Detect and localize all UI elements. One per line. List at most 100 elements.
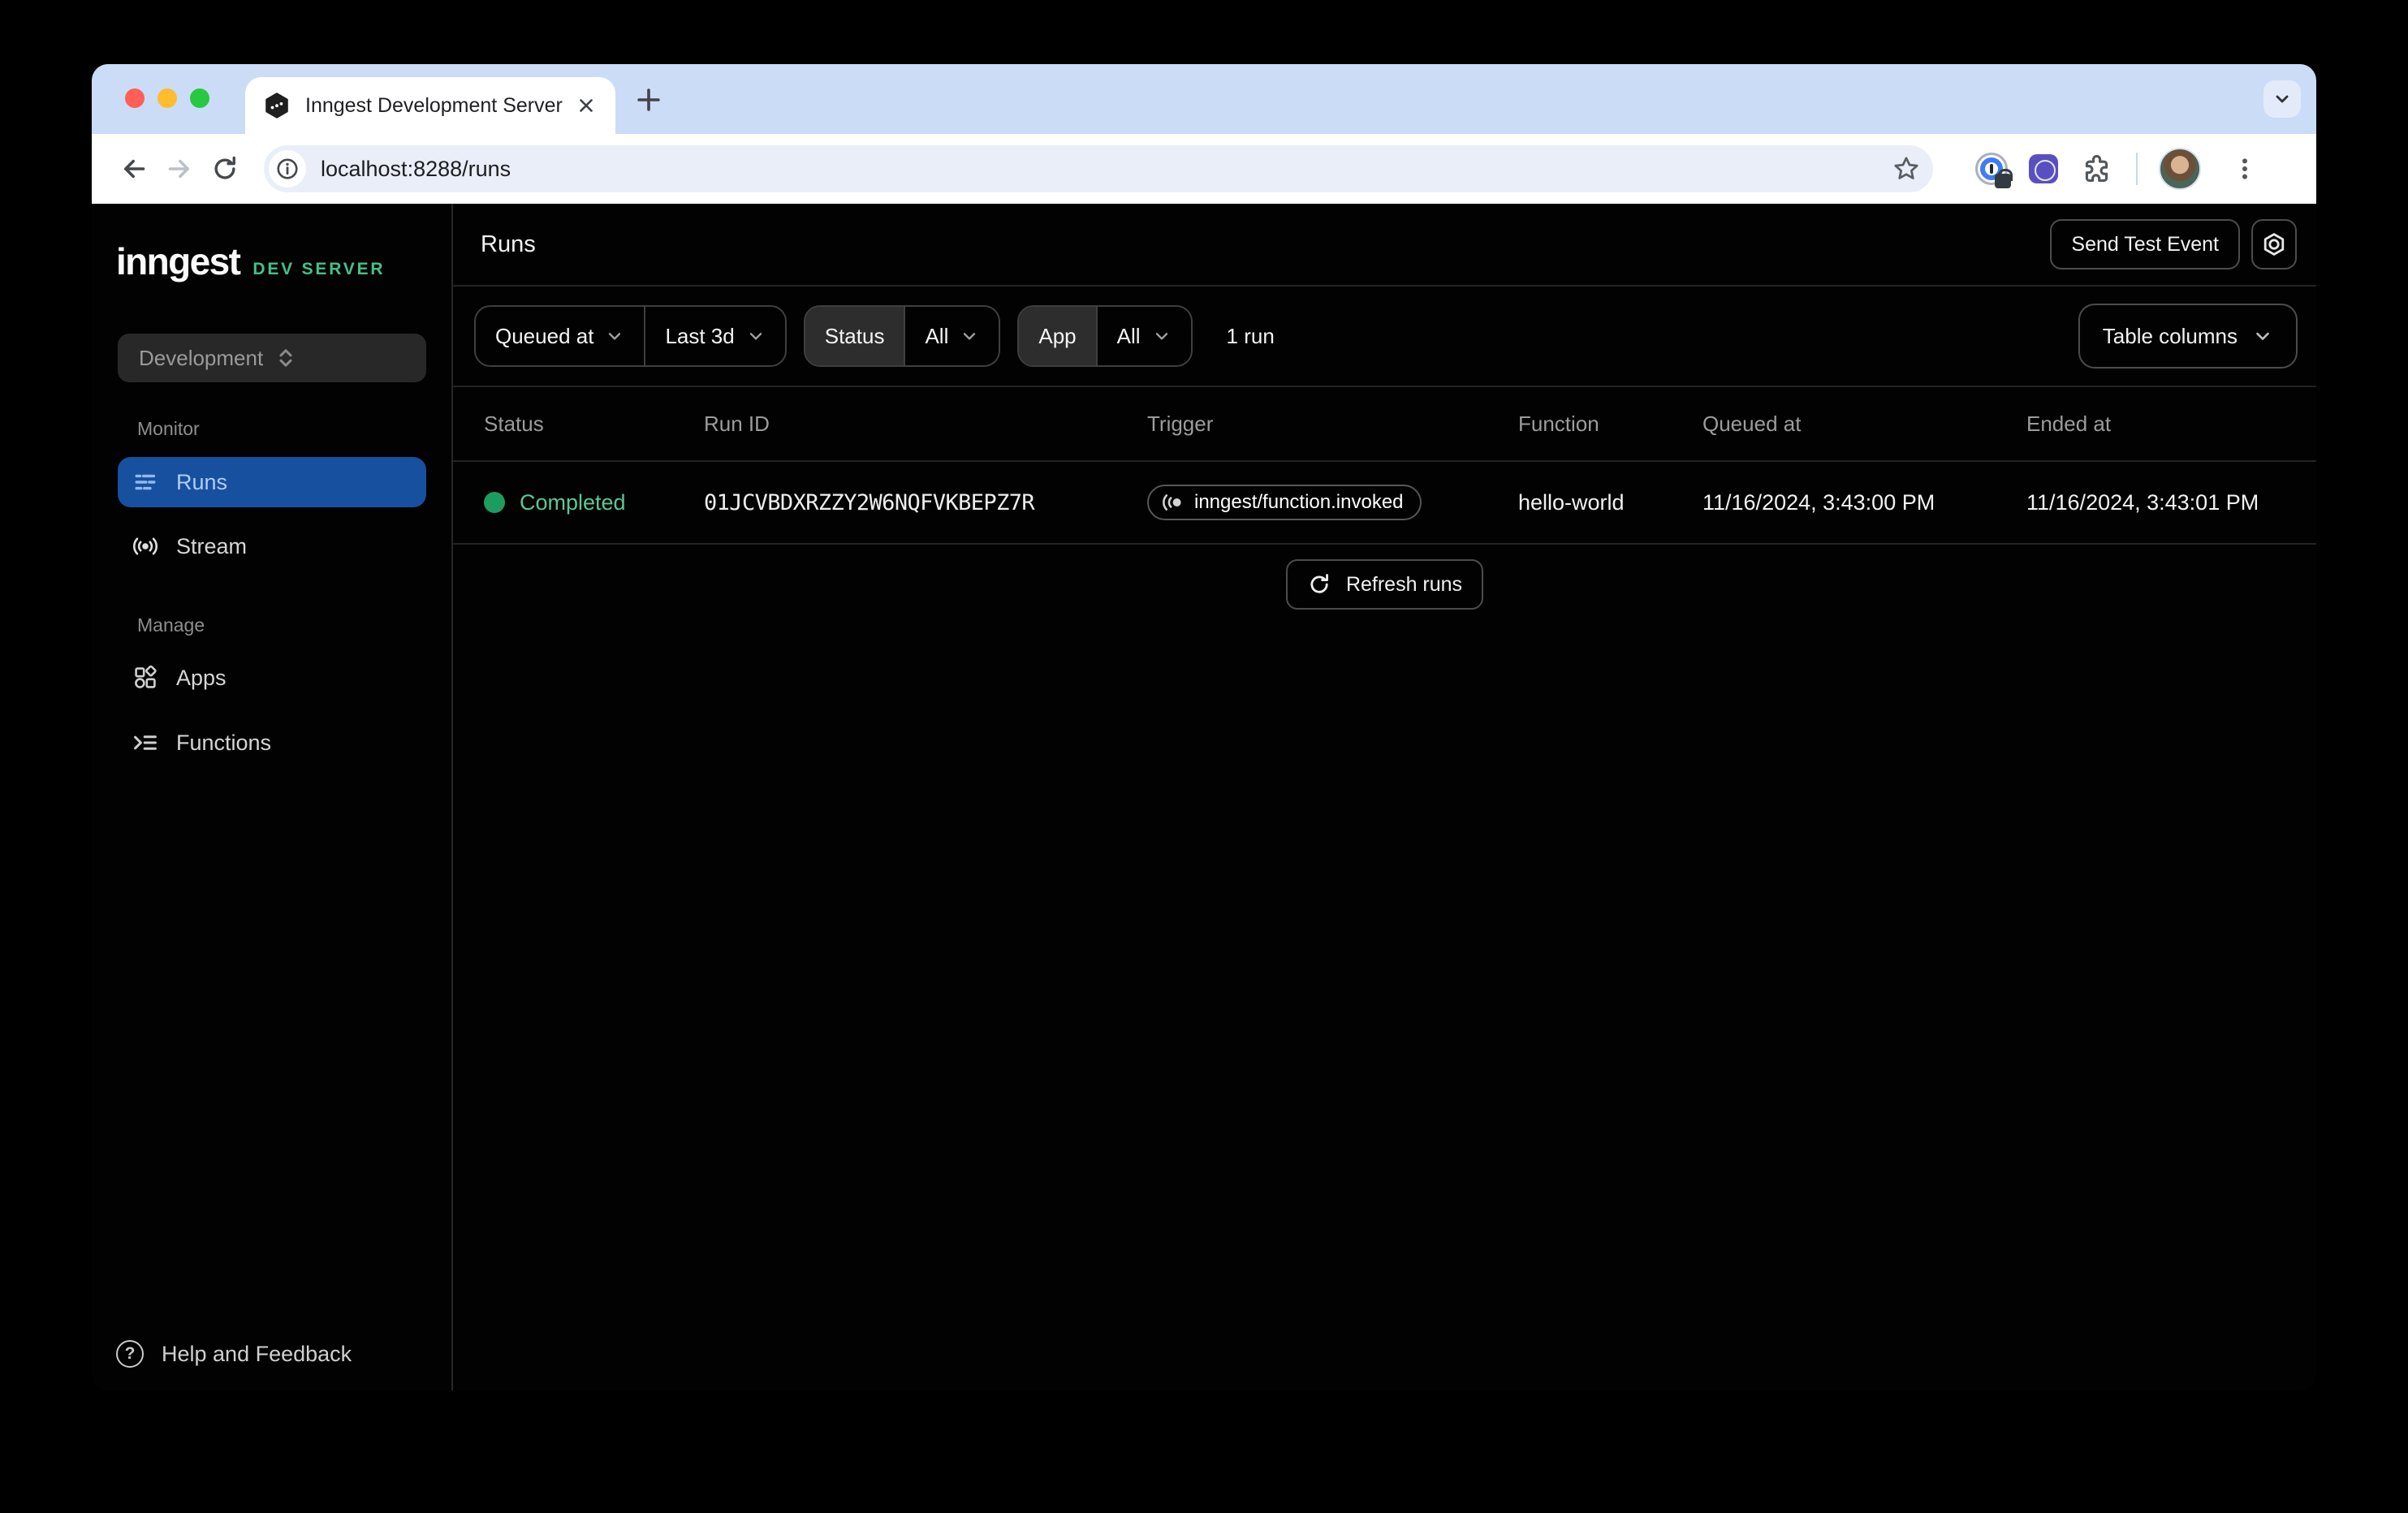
sidebar-item-runs[interactable]: Runs [118, 457, 426, 507]
app-filter-label: App [1019, 307, 1095, 365]
app-filter-group: App All [1017, 305, 1192, 367]
table-header-row: Status Run ID Trigger Function Queued at… [453, 387, 2316, 462]
app-filter-dropdown[interactable]: All [1096, 307, 1191, 365]
apps-grid-icon [132, 665, 158, 691]
column-header-run-id: Run ID [704, 412, 1147, 437]
reload-icon [211, 155, 239, 183]
info-icon [275, 157, 300, 181]
chevron-down-icon [746, 326, 766, 346]
back-button[interactable] [111, 146, 157, 192]
help-label: Help and Feedback [162, 1342, 352, 1367]
puzzle-extensions-icon [2082, 154, 2112, 183]
inngest-app: inngest DEV SERVER Development Monitor [92, 204, 2316, 1390]
refresh-icon [1307, 572, 1331, 597]
table-row[interactable]: Completed 01JCVBDXRZZY2W6NQFVKBEPZ7R [453, 462, 2316, 545]
avatar[interactable] [2159, 148, 2201, 190]
time-field-dropdown[interactable]: Queued at [476, 307, 644, 365]
sidebar-item-apps[interactable]: Apps [118, 653, 426, 703]
page-title: Runs [481, 231, 2050, 258]
functions-icon [132, 730, 158, 756]
browser-tab-strip: Inngest Development Server [92, 64, 2316, 134]
main-content: Runs Send Test Event Queued at [453, 204, 2316, 1390]
trigger-cell: inngest/function.invoked [1147, 485, 1518, 520]
help-question-icon: ? [116, 1340, 144, 1368]
chevron-down-icon [605, 326, 624, 346]
sidebar: inngest DEV SERVER Development Monitor [92, 204, 453, 1390]
address-bar[interactable]: localhost:8288/runs [264, 145, 1933, 192]
bookmark-button[interactable] [1892, 155, 1920, 183]
filter-bar: Queued at Last 3d [453, 287, 2316, 387]
column-header-function: Function [1518, 412, 1702, 437]
tab-search-button[interactable] [2263, 80, 2301, 118]
back-icon [120, 155, 148, 183]
forward-button[interactable] [157, 146, 202, 192]
toolbar-divider [2136, 153, 2138, 185]
extensions-button[interactable] [2082, 154, 2112, 183]
environment-select[interactable]: Development [118, 334, 426, 382]
section-label-monitor: Monitor [137, 418, 200, 440]
help-and-feedback[interactable]: ? Help and Feedback [116, 1340, 352, 1368]
environment-select-value: Development [139, 346, 274, 371]
settings-button[interactable] [2251, 219, 2297, 269]
section-label-manage: Manage [137, 614, 205, 636]
trigger-event-name: inngest/function.invoked [1194, 491, 1404, 514]
close-window-button[interactable] [125, 88, 145, 108]
purple-extension-icon[interactable] [2029, 154, 2058, 183]
browser-menu-button[interactable] [2232, 156, 2258, 182]
page-header: Runs Send Test Event [453, 204, 2316, 287]
time-range-value: Last 3d [665, 324, 734, 349]
column-header-trigger: Trigger [1147, 412, 1518, 437]
time-filter-group: Queued at Last 3d [474, 305, 787, 367]
column-header-ended-at: Ended at [2026, 412, 2316, 437]
browser-toolbar: localhost:8288/runs [92, 134, 2316, 204]
tab-title: Inngest Development Server [305, 94, 573, 118]
stream-broadcast-icon [132, 533, 158, 559]
time-range-dropdown[interactable]: Last 3d [644, 307, 784, 365]
dev-server-badge: DEV SERVER [252, 260, 385, 279]
url-text: localhost:8288/runs [321, 157, 511, 182]
sidebar-item-functions[interactable]: Functions [118, 718, 426, 768]
sidebar-item-label: Apps [176, 666, 227, 691]
run-status-cell: Completed [484, 490, 704, 515]
toolbar-extensions [1975, 148, 2258, 190]
browser-tab[interactable]: Inngest Development Server [245, 77, 615, 134]
window-controls [125, 88, 209, 108]
run-count: 1 run [1227, 324, 1275, 349]
status-filter-label: Status [805, 307, 904, 365]
maximize-window-button[interactable] [190, 88, 209, 108]
sidebar-item-stream[interactable]: Stream [118, 521, 426, 571]
site-info-button[interactable] [269, 150, 306, 188]
updown-chevron-icon [274, 347, 410, 369]
kebab-menu-icon [2232, 156, 2258, 182]
tab-close-icon[interactable] [573, 93, 599, 119]
minimize-window-button[interactable] [158, 88, 177, 108]
queued-at-value: 11/16/2024, 3:43:00 PM [1702, 490, 2026, 515]
ended-at-value: 11/16/2024, 3:43:01 PM [2026, 490, 2316, 515]
chevron-down-icon [2270, 87, 2294, 111]
status-label: Completed [520, 490, 626, 515]
send-test-event-button[interactable]: Send Test Event [2050, 219, 2240, 269]
run-id: 01JCVBDXRZZY2W6NQFVKBEPZ7R [704, 490, 1147, 515]
time-field-label: Queued at [495, 324, 593, 349]
refresh-area: Refresh runs [453, 545, 2316, 610]
chevron-down-icon [960, 326, 979, 346]
empty-area [453, 610, 2316, 1390]
chevron-down-icon [1152, 326, 1172, 346]
function-name: hello-world [1518, 490, 1702, 515]
new-tab-button[interactable] [634, 85, 663, 114]
status-filter-value: All [925, 324, 948, 349]
refresh-runs-button[interactable]: Refresh runs [1286, 559, 1483, 610]
column-header-status: Status [484, 412, 704, 437]
logo-wordmark: inngest [116, 239, 240, 283]
sidebar-item-label: Runs [176, 470, 227, 495]
chevron-down-icon [2252, 325, 2273, 347]
onepassword-icon[interactable] [1975, 153, 2008, 185]
trigger-badge[interactable]: inngest/function.invoked [1147, 485, 1422, 520]
reload-button[interactable] [202, 146, 248, 192]
status-filter-dropdown[interactable]: All [904, 307, 999, 365]
status-filter-group: Status All [804, 305, 1001, 367]
table-columns-button[interactable]: Table columns [2078, 304, 2298, 369]
bookmark-star-icon [1892, 155, 1920, 183]
settings-gear-icon [2261, 231, 2287, 257]
forward-icon [166, 155, 193, 183]
